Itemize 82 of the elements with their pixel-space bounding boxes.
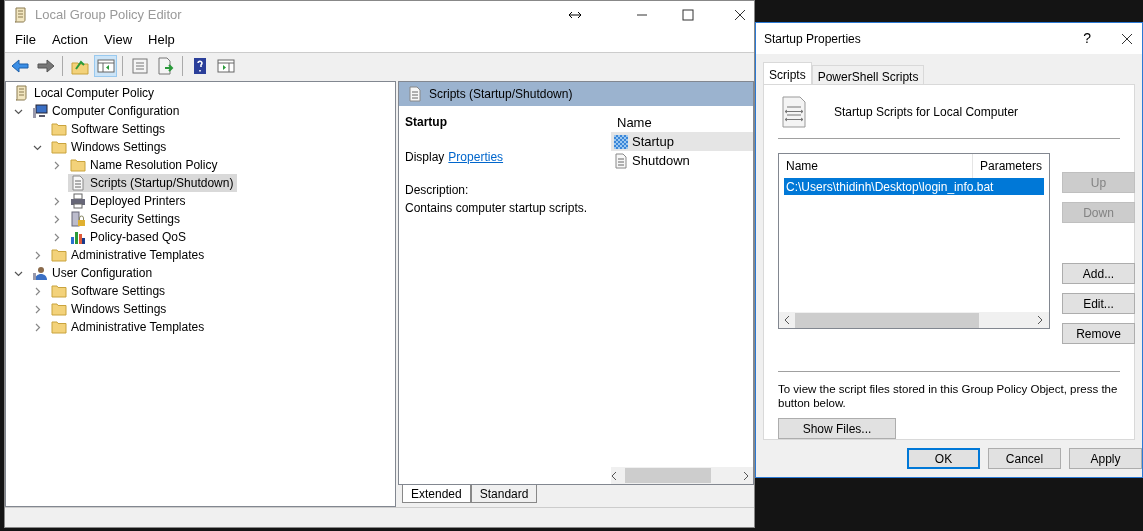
computer-icon (32, 103, 48, 119)
section-heading: Startup (405, 114, 448, 131)
dialog-tab[interactable]: PowerShell Scripts (811, 65, 925, 84)
chevron-right-icon[interactable] (52, 196, 61, 206)
tree-item[interactable]: Deployed Printers (68, 192, 190, 210)
tree-item[interactable]: Computer Configuration (30, 102, 184, 120)
folder-icon (51, 121, 67, 137)
tree-pane-button[interactable] (94, 55, 117, 77)
properties-link[interactable]: Properties (448, 148, 504, 166)
description-text: Contains computer startup scripts. (405, 200, 589, 217)
tree-item[interactable]: Local Computer Policy (12, 84, 159, 102)
menu-item[interactable]: View (97, 30, 140, 50)
horizontal-scrollbar[interactable] (779, 312, 1049, 328)
dialog-heading: Startup Scripts for Local Computer (834, 103, 1019, 121)
side-button[interactable]: Edit... (1062, 293, 1135, 314)
folder-icon (51, 301, 67, 317)
close-icon[interactable] (734, 8, 746, 21)
chevron-right-icon[interactable] (52, 232, 61, 242)
scroll-icon (14, 85, 30, 101)
chevron-right-icon[interactable] (33, 286, 42, 296)
script-icon (407, 86, 423, 102)
chevron-right-icon[interactable] (33, 322, 42, 332)
script-icon (70, 175, 86, 191)
scroll-left-icon[interactable] (611, 471, 617, 480)
tree-item[interactable]: Software Settings (49, 282, 170, 300)
dialog-tab[interactable]: Scripts (763, 62, 812, 84)
window-title: Local Group Policy Editor (35, 5, 182, 24)
chevron-right-icon[interactable] (33, 250, 42, 260)
dialog-title: Startup Properties (764, 30, 861, 48)
checkered-icon (613, 133, 629, 150)
menu-item[interactable]: Help (141, 30, 182, 50)
list-item[interactable]: Startup (611, 132, 753, 151)
show-files-button[interactable]: Show Files... (778, 418, 896, 439)
close-icon[interactable] (1121, 32, 1133, 45)
server-lock-icon (70, 211, 86, 227)
scroll-right-icon[interactable] (1037, 316, 1043, 324)
description-label: Description: (405, 182, 470, 199)
tree-item[interactable]: Security Settings (68, 210, 185, 228)
pane-header-title: Scripts (Startup/Shutdown) (429, 86, 573, 103)
menu-item[interactable]: File (8, 30, 43, 50)
list-item[interactable]: Shutdown (611, 151, 753, 170)
dialog-button[interactable]: OK (907, 448, 980, 469)
tree-item[interactable]: Name Resolution Policy (68, 156, 222, 174)
tree-item[interactable]: Administrative Templates (49, 318, 209, 336)
view-tab[interactable]: Extended (402, 485, 471, 503)
menu-item[interactable]: Action (44, 30, 96, 50)
table-header[interactable]: Parameters (972, 154, 1049, 178)
tree-item[interactable]: Scripts (Startup/Shutdown) (68, 174, 238, 192)
maximize-icon[interactable] (682, 8, 694, 21)
tree-item[interactable]: User Configuration (30, 264, 157, 282)
help-glyph[interactable]: ? (1083, 28, 1091, 49)
chevron-right-icon[interactable] (52, 214, 61, 224)
script-icon (613, 152, 629, 169)
tree-item[interactable]: Policy-based QoS (68, 228, 191, 246)
folder-icon (51, 139, 67, 155)
display-label: Display (405, 149, 445, 166)
scroll-icon (13, 6, 29, 23)
folder-icon (51, 283, 67, 299)
folder-icon (51, 247, 67, 263)
folder-icon (51, 319, 67, 335)
table-row[interactable]: C:\Users\thidinh\Desktop\login_info.bat (784, 178, 1044, 195)
tree-item[interactable]: Software Settings (49, 120, 170, 138)
resize-cursor-icon (568, 9, 582, 20)
dialog-button[interactable]: Cancel (988, 448, 1061, 469)
scroll-left-icon[interactable] (784, 316, 790, 324)
scroll-right-icon[interactable] (743, 471, 749, 480)
tree-item[interactable]: Windows Settings (49, 300, 171, 318)
tree-item[interactable]: Windows Settings (49, 138, 171, 156)
tree-item[interactable]: Administrative Templates (49, 246, 209, 264)
chevron-right-icon[interactable] (33, 304, 42, 314)
note-text: To view the script files stored in this Group Policy Object, press the button below. (778, 382, 1118, 410)
view-tab[interactable]: Standard (470, 485, 538, 503)
printer-icon (70, 193, 86, 209)
chevron-right-icon[interactable] (52, 160, 61, 170)
side-button[interactable]: Remove (1062, 323, 1135, 344)
bar-chart-icon (70, 229, 86, 245)
user-icon (32, 265, 48, 281)
script-document-icon (781, 95, 807, 128)
column-header: Name (616, 114, 653, 132)
dialog-button[interactable]: Apply (1069, 448, 1142, 469)
side-button[interactable]: Add... (1062, 263, 1135, 284)
horizontal-scrollbar[interactable] (611, 467, 753, 484)
